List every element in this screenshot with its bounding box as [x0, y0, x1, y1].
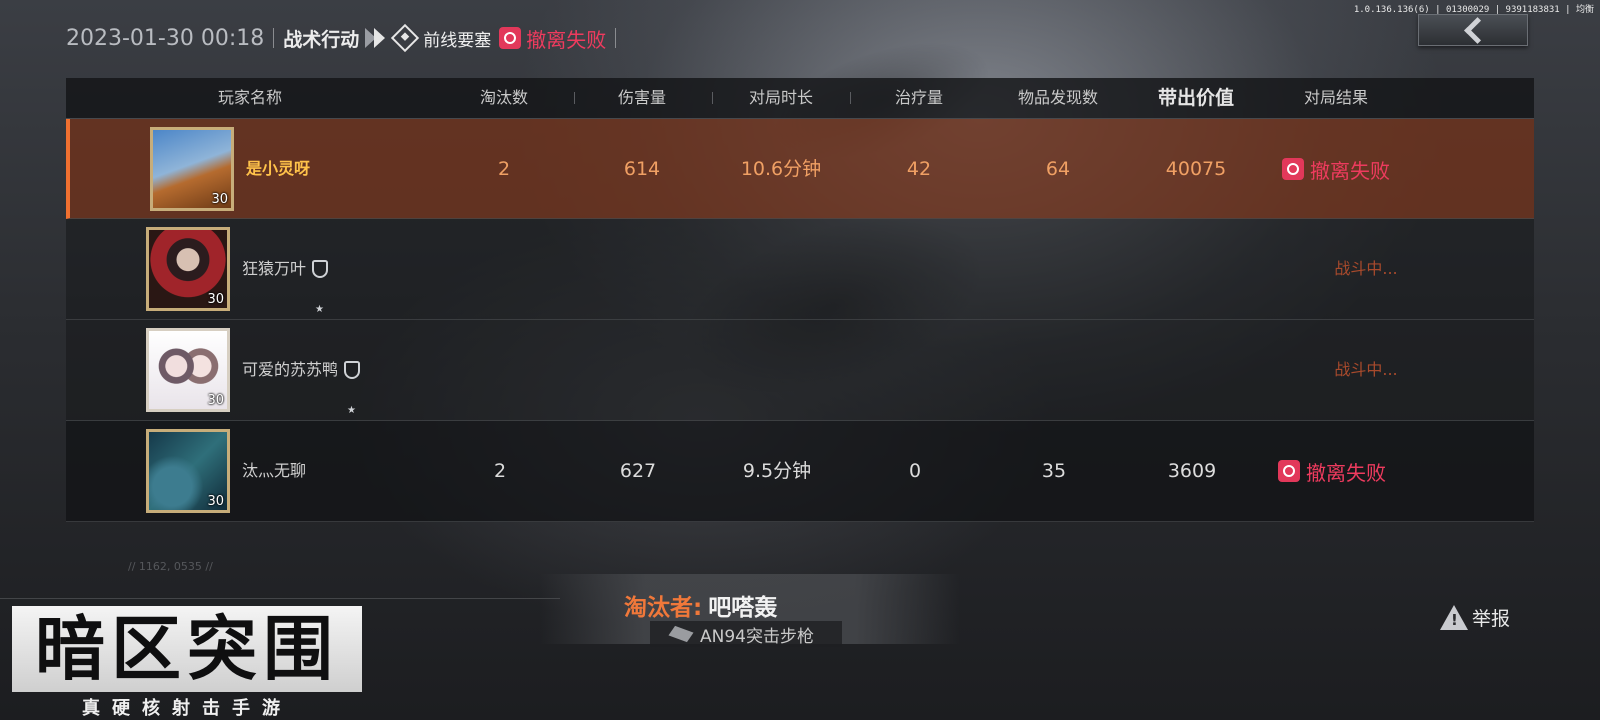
coordinates-readout: // 1162, 0535 // — [128, 560, 213, 573]
extract-value: 40075 — [1165, 158, 1227, 180]
extract-fail-icon — [1278, 460, 1300, 482]
extract-fail-icon — [499, 27, 522, 49]
avatar[interactable]: 30 — [146, 227, 230, 311]
col-duration: 对局时长 — [748, 88, 814, 107]
back-button[interactable] — [1418, 14, 1528, 46]
extract-fail-icon — [1282, 158, 1304, 180]
killer-name: 吧嗒轰 — [708, 595, 778, 621]
scoreboard-table: 玩家名称 淘汰数 伤害量 对局时长 治疗量 物品发现数 带出价值 对局结果 30… — [66, 78, 1534, 522]
match-status: 撤离失败 — [499, 24, 606, 53]
player-level: 30 — [207, 494, 224, 509]
col-divider — [574, 92, 575, 104]
weapon-name: AN94突击步枪 — [700, 626, 814, 647]
table-row[interactable]: 30 汰灬无聊 2 627 9.5分钟 0 35 3609 撤离失败 — [66, 421, 1534, 522]
map-name: 前线要塞 — [423, 30, 492, 51]
items-found-value: 35 — [1041, 460, 1067, 482]
player-name-wrap[interactable]: 可爱的苏苏鸭 — [242, 320, 361, 461]
player-level: 30 — [211, 192, 228, 207]
kills-value: 2 — [493, 460, 507, 482]
double-chevron-icon — [365, 28, 386, 48]
table-row[interactable]: 30 狂猿万叶 战斗中... — [66, 219, 1534, 360]
header-divider — [615, 28, 617, 48]
duration-value: 9.5分钟 — [742, 460, 812, 482]
table-header: 玩家名称 淘汰数 伤害量 对局时长 治疗量 物品发现数 带出价值 对局结果 — [66, 78, 1534, 119]
table-row[interactable]: 30 是小灵呀 2 614 10.6分钟 42 64 40075 撤离失败 — [66, 119, 1534, 219]
killer-label: 淘汰者: — [624, 595, 703, 621]
player-name[interactable]: 是小灵呀 — [246, 119, 310, 219]
duration-value: 10.6分钟 — [740, 158, 822, 180]
table-row[interactable]: 30 可爱的苏苏鸭 战斗中... — [66, 320, 1534, 461]
col-kills: 淘汰数 — [479, 88, 529, 107]
match-result: 撤离失败 — [1282, 119, 1390, 219]
report-label: 举报 — [1472, 608, 1511, 630]
healing-value: 0 — [908, 460, 922, 482]
game-mode: 战术行动 — [283, 28, 360, 51]
col-damage: 伤害量 — [617, 88, 667, 107]
match-status-text: 撤离失败 — [526, 27, 607, 52]
player-level: 30 — [207, 292, 224, 307]
rifle-icon — [668, 625, 694, 643]
player-name-wrap[interactable]: 狂猿万叶 — [242, 219, 329, 360]
avatar[interactable]: 30 — [150, 127, 234, 211]
warning-icon — [1440, 605, 1468, 630]
col-divider — [850, 92, 851, 104]
map-diamond-icon — [391, 23, 420, 53]
match-datetime: 2023-01-30 00:18 — [66, 25, 265, 51]
avatar[interactable]: 30 — [146, 328, 230, 412]
logo-subtitle: 真硬核射击手游 — [82, 698, 292, 719]
col-player-name: 玩家名称 — [217, 88, 283, 107]
col-match-result: 对局结果 — [1303, 88, 1369, 107]
shield-icon — [312, 260, 329, 360]
match-result-text: 撤离失败 — [1306, 460, 1386, 485]
match-result: 撤离失败 — [1278, 421, 1386, 521]
game-logo: 暗区突围 — [12, 606, 362, 692]
col-extract-value: 带出价值 — [1157, 87, 1235, 109]
divider — [0, 598, 560, 599]
match-result-text: 撤离失败 — [1310, 158, 1390, 183]
col-divider — [712, 92, 713, 104]
player-level: 30 — [207, 393, 224, 408]
healing-value: 42 — [906, 158, 932, 180]
col-items-found: 物品发现数 — [1017, 88, 1099, 107]
damage-value: 627 — [619, 460, 657, 482]
damage-value: 614 — [623, 158, 661, 180]
col-healing: 治疗量 — [894, 88, 944, 107]
items-found-value: 64 — [1045, 158, 1071, 180]
player-name[interactable]: 汰灬无聊 — [242, 421, 306, 521]
match-result-text: 战斗中... — [1334, 360, 1398, 379]
report-button[interactable]: 举报 — [1440, 604, 1510, 631]
match-header: 2023-01-30 00:18 战术行动 前线要塞 撤离失败 — [66, 22, 625, 54]
killer-info: 淘汰者: 吧嗒轰 — [624, 588, 777, 622]
player-name: 狂猿万叶 — [242, 259, 307, 278]
extract-value: 3609 — [1167, 460, 1217, 482]
avatar[interactable]: 30 — [146, 429, 230, 513]
player-name: 可爱的苏苏鸭 — [242, 360, 339, 379]
header-divider — [273, 28, 275, 48]
match-result-text: 战斗中... — [1334, 259, 1398, 278]
killer-weapon: AN94突击步枪 — [650, 621, 842, 647]
kills-value: 2 — [497, 158, 511, 180]
back-arrow-icon — [1463, 16, 1491, 44]
logo-title: 暗区突围 — [35, 608, 339, 690]
shield-icon — [344, 361, 361, 461]
